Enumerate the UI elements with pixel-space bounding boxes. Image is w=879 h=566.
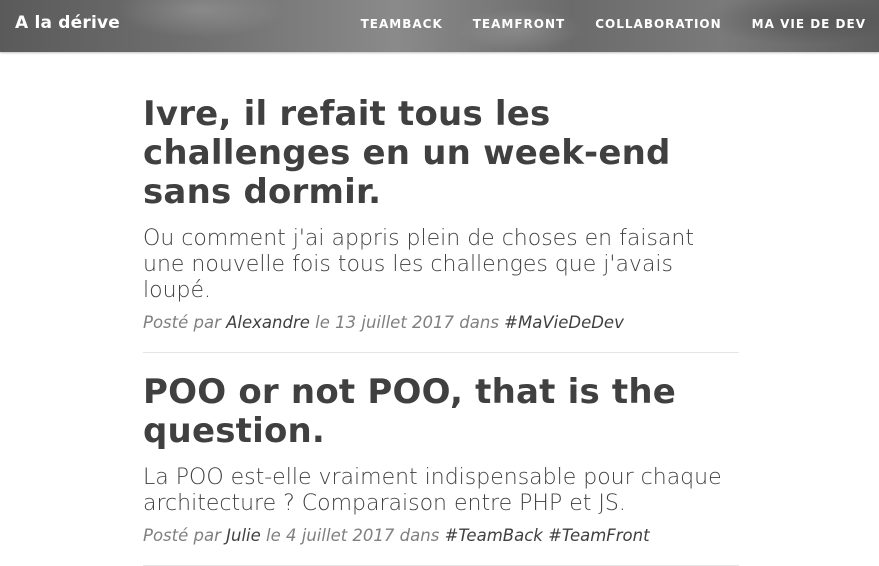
meta-prefix: Posté par xyxy=(143,313,221,332)
nav-link-collaboration[interactable]: Collaboration xyxy=(595,17,721,31)
meta-prefix: Posté par xyxy=(143,526,221,545)
post-meta: Posté par Alexandre le 13 juillet 2017 d… xyxy=(143,313,739,352)
post-preview: POO or not POO, that is the question. La… xyxy=(143,353,739,566)
post-date: le 4 juillet 2017 dans xyxy=(266,526,440,545)
post-link[interactable]: Ivre, il refait tous les challenges en u… xyxy=(143,95,739,304)
post-meta: Posté par Julie le 4 juillet 2017 dans #… xyxy=(143,526,739,565)
post-subtitle[interactable]: Ou comment j'ai appris plein de choses e… xyxy=(143,226,739,304)
nav-link-teamback[interactable]: TeamBack xyxy=(361,17,443,31)
post-list: Ivre, il refait tous les challenges en u… xyxy=(143,95,739,566)
nav-link-ma-vie-de-dev[interactable]: Ma vie de dev xyxy=(752,17,866,31)
top-navbar: A la dérive TeamBack TeamFront Collabora… xyxy=(0,0,879,52)
tag-link[interactable]: #TeamBack xyxy=(445,526,543,545)
post-preview: Ivre, il refait tous les challenges en u… xyxy=(143,95,739,353)
site-brand-link[interactable]: A la dérive xyxy=(15,13,120,33)
post-subtitle[interactable]: La POO est-elle vraiment indispensable p… xyxy=(143,465,739,517)
author-link[interactable]: Alexandre xyxy=(226,313,310,332)
nav-link-teamfront[interactable]: TeamFront xyxy=(473,17,565,31)
post-title[interactable]: POO or not POO, that is the question. xyxy=(143,373,739,451)
author-link[interactable]: Julie xyxy=(226,526,261,545)
post-date: le 13 juillet 2017 dans xyxy=(315,313,499,332)
nav-menu: TeamBack TeamFront Collaboration Ma vie … xyxy=(331,17,866,31)
tag-link[interactable]: #MaVieDeDev xyxy=(504,313,624,332)
post-link[interactable]: POO or not POO, that is the question. La… xyxy=(143,373,739,517)
post-title[interactable]: Ivre, il refait tous les challenges en u… xyxy=(143,95,739,212)
tag-link[interactable]: #TeamFront xyxy=(548,526,650,545)
